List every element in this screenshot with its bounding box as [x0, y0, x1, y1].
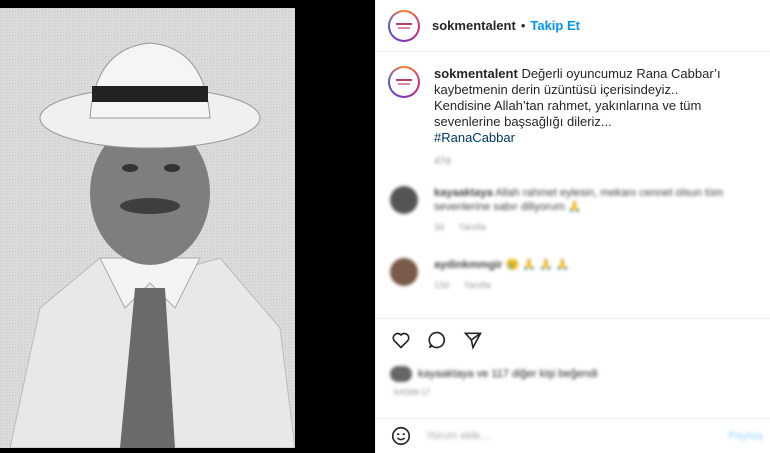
comment-item: aydinkmmgir 😢 🙏 🙏 🙏 13d Yanıtla [390, 258, 760, 292]
likes-text[interactable]: kayaaktaya ve 117 diğer kişi beğendi [418, 368, 598, 380]
comment-item: kayaaktaya Allah rahmet eylesin, mekanı … [390, 186, 760, 234]
emoji-icon[interactable] [390, 425, 412, 447]
commenter-avatar[interactable] [390, 258, 418, 286]
caption-username[interactable]: sokmentalent [434, 66, 518, 81]
comment-username[interactable]: aydinkmmgir [434, 259, 502, 271]
follow-button[interactable]: Takip Et [530, 18, 580, 33]
comment-icon[interactable] [426, 329, 448, 351]
comment-input[interactable]: Yorum ekle... [426, 430, 490, 442]
liker-avatar [390, 366, 412, 382]
caption-line-2: Kendisine Allah’tan rahmet, yakınlarına … [434, 98, 702, 129]
header-username[interactable]: sokmentalent [432, 18, 516, 33]
post-photo[interactable] [0, 8, 295, 448]
portrait-image [0, 8, 295, 448]
post-details: sokmentalent • Takip Et sokmentalent Değ… [375, 0, 770, 453]
caption-time: 47d [434, 156, 451, 167]
caption: sokmentalent Değerli oyuncumuz Rana Cabb… [388, 66, 768, 170]
caption-avatar[interactable] [388, 66, 420, 98]
action-bar [376, 318, 770, 361]
comment-username[interactable]: kayaaktaya [434, 187, 493, 199]
post-comment-button[interactable]: Paylaş [728, 430, 763, 442]
comment-time: 3d [434, 222, 445, 232]
separator-dot: • [520, 18, 526, 33]
post-header: sokmentalent • Takip Et [376, 0, 770, 52]
avatar[interactable] [388, 9, 420, 42]
share-icon[interactable] [462, 329, 484, 351]
reply-button[interactable]: Yanıtla [458, 222, 485, 232]
media-pane [0, 0, 375, 453]
reply-button[interactable]: Yanıtla [463, 280, 490, 290]
comment-emoji: 🙏 [567, 201, 582, 213]
comment-input-bar: Yorum ekle... Paylaş [376, 418, 770, 453]
hashtag-link[interactable]: #RanaCabbar [434, 130, 515, 145]
comment-emoji: 😢 🙏 🙏 🙏 [505, 259, 570, 271]
likes-summary[interactable]: kayaaktaya ve 117 diğer kişi beğendi [390, 366, 598, 382]
commenter-avatar[interactable] [390, 186, 418, 214]
heart-icon[interactable] [390, 329, 412, 351]
post-date: KASIM 17 [394, 388, 431, 397]
comment-time: 13d [434, 280, 450, 290]
